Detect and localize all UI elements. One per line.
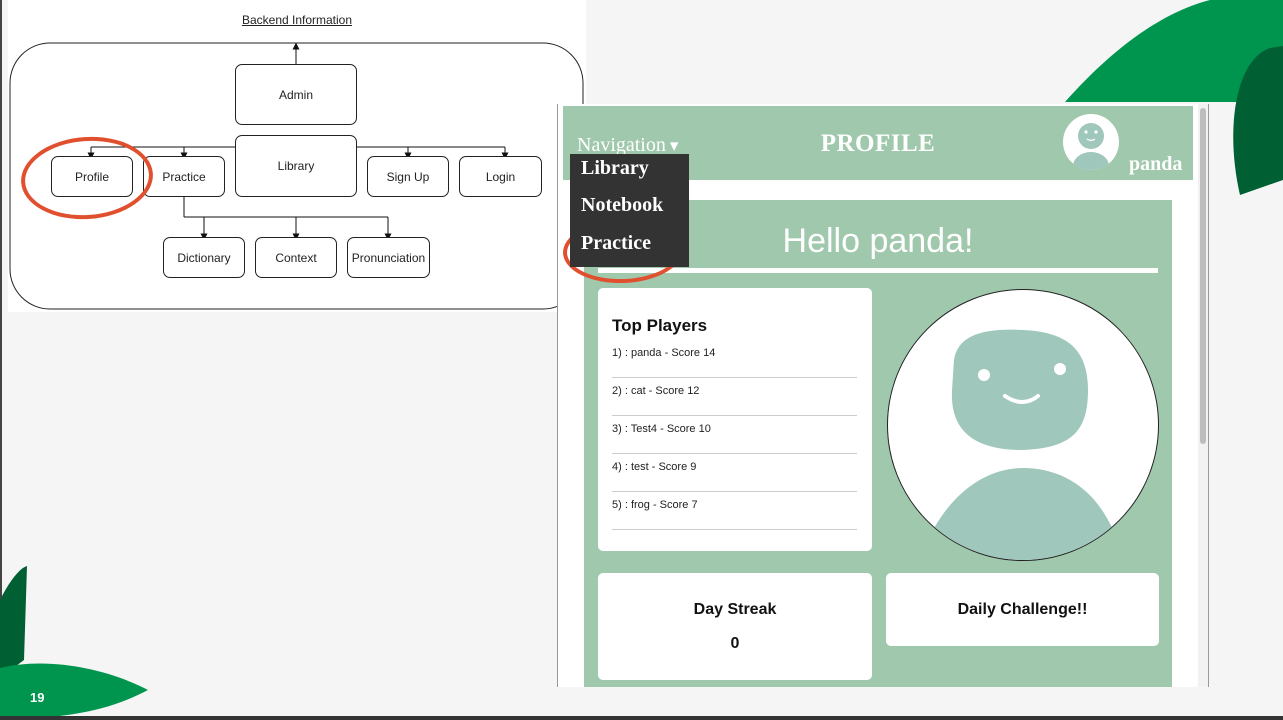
- scrollbar-thumb[interactable]: [1200, 108, 1206, 444]
- slide-bottom-border: [0, 716, 1283, 720]
- day-streak-card: Day Streak 0: [598, 573, 872, 680]
- node-login: Login: [459, 156, 542, 197]
- backend-diagram: Backend Information Admin Library Profil…: [8, 0, 586, 312]
- daily-challenge-card[interactable]: Daily Challenge!!: [886, 573, 1159, 646]
- leaderboard-row: 4) : test - Score 9: [612, 454, 857, 492]
- leaderboard-row: 5) : frog - Score 7: [612, 492, 857, 530]
- node-context: Context: [255, 237, 337, 278]
- leaf-decoration-bottom-left: [0, 566, 148, 720]
- day-streak-value: 0: [730, 635, 740, 652]
- leaderboard-row: 1) : panda - Score 14: [612, 340, 857, 378]
- daily-challenge-title: Daily Challenge!!: [957, 601, 1088, 618]
- node-sign-up: Sign Up: [367, 156, 449, 197]
- menu-item-practice[interactable]: Practice: [581, 232, 651, 255]
- leaderboard-row: 3) : Test4 - Score 10: [612, 416, 857, 454]
- profile-content: Hello panda! Top Players 1) : panda - Sc…: [584, 200, 1172, 687]
- navigation-dropdown-menu: Library Notebook Practice: [570, 154, 689, 267]
- node-profile: Profile: [51, 156, 133, 197]
- node-pronunciation: Pronunciation: [347, 237, 430, 278]
- profile-app-window: Navigation ▾ PROFILE panda Library Noteb…: [557, 104, 1209, 687]
- menu-item-library[interactable]: Library: [581, 157, 649, 180]
- leaderboard-row: 2) : cat - Score 12: [612, 378, 857, 416]
- greeting-divider: [598, 268, 1158, 273]
- profile-picture: [887, 289, 1159, 561]
- node-library: Library: [235, 135, 357, 197]
- diagram-title: Backend Information: [241, 13, 353, 27]
- top-players-title: Top Players: [612, 316, 708, 335]
- user-avatar-icon[interactable]: [1063, 114, 1119, 170]
- node-dictionary: Dictionary: [163, 237, 245, 278]
- day-streak-title: Day Streak: [693, 601, 777, 618]
- node-practice: Practice: [143, 156, 225, 197]
- menu-item-notebook[interactable]: Notebook: [581, 194, 663, 217]
- vertical-scrollbar[interactable]: [1198, 104, 1208, 687]
- slide-page-number: 19: [30, 690, 45, 705]
- node-admin: Admin: [235, 64, 357, 125]
- user-avatar-icon: [933, 329, 1113, 560]
- top-players-card: Top Players 1) : panda - Score 14 2) : c…: [598, 288, 872, 551]
- navbar-username: panda: [1129, 153, 1183, 175]
